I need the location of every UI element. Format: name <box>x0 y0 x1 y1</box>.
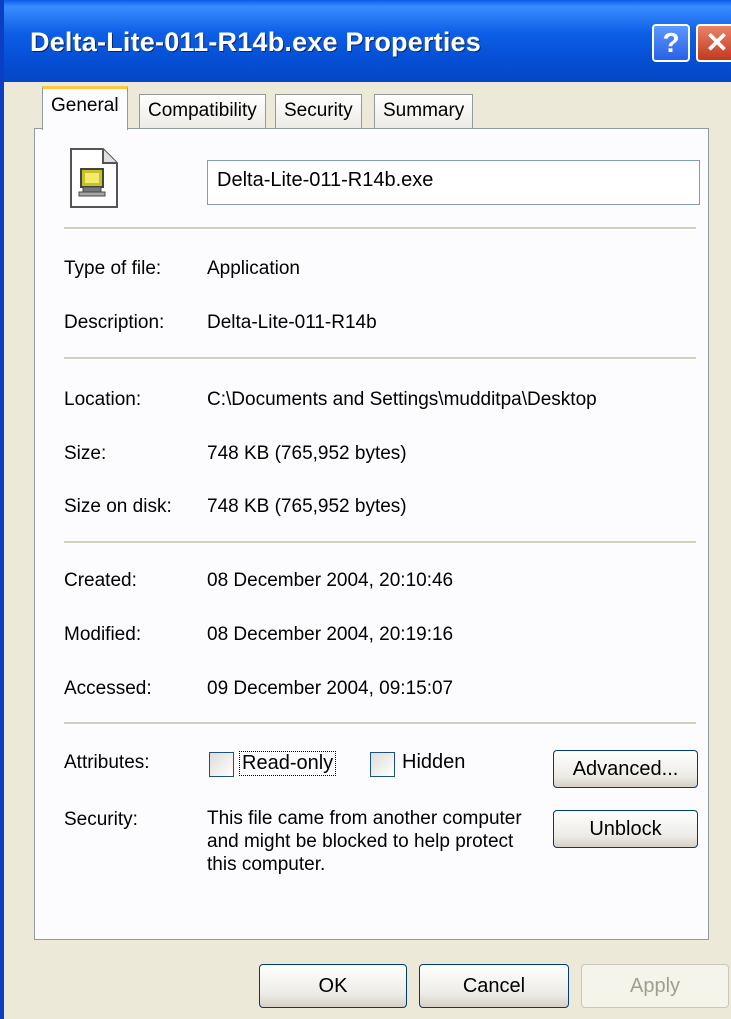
modified-label: Modified: <box>64 624 142 645</box>
hidden-label[interactable]: Hidden <box>402 751 465 774</box>
type-of-file-value: Application <box>207 258 300 279</box>
size-value: 748 KB (765,952 bytes) <box>207 443 407 464</box>
accessed-label: Accessed: <box>64 678 152 699</box>
close-button[interactable]: ✕ <box>696 24 731 62</box>
description-label: Description: <box>64 312 165 333</box>
type-of-file-label: Type of file: <box>64 258 162 279</box>
separator <box>64 541 696 544</box>
tab-security[interactable]: Security <box>275 94 362 128</box>
tab-summary[interactable]: Summary <box>374 94 474 128</box>
accessed-value: 09 December 2004, 09:15:07 <box>207 678 454 699</box>
size-on-disk-label: Size on disk: <box>64 496 172 517</box>
read-only-label[interactable]: Read-only <box>239 751 337 776</box>
created-value: 08 December 2004, 20:10:46 <box>207 570 454 591</box>
window-title: Delta-Lite-011-R14b.exe Properties <box>30 27 481 57</box>
title-bar[interactable]: Delta-Lite-011-R14b.exe Properties ? ✕ <box>4 0 731 82</box>
unblock-button[interactable]: Unblock <box>553 810 698 848</box>
apply-button[interactable]: Apply <box>581 964 729 1008</box>
properties-dialog: Delta-Lite-011-R14b.exe Properties ? ✕ G… <box>0 0 731 1019</box>
attributes-label: Attributes: <box>64 752 150 773</box>
advanced-button[interactable]: Advanced... <box>553 750 698 788</box>
hidden-checkbox[interactable] <box>370 752 395 777</box>
application-file-icon <box>70 148 118 208</box>
modified-value: 08 December 2004, 20:19:16 <box>207 624 454 645</box>
filename-field[interactable]: Delta-Lite-011-R14b.exe <box>207 160 700 205</box>
help-button[interactable]: ? <box>652 24 690 62</box>
security-warning-text: This file came from another computer and… <box>207 808 522 875</box>
created-label: Created: <box>64 570 137 591</box>
location-value: C:\Documents and Settings\mudditpa\Deskt… <box>207 389 597 410</box>
tab-compatibility[interactable]: Compatibility <box>139 94 266 128</box>
separator <box>64 227 696 230</box>
size-label: Size: <box>64 443 107 464</box>
read-only-checkbox[interactable] <box>209 752 234 777</box>
location-label: Location: <box>64 389 142 410</box>
separator <box>64 722 696 725</box>
description-value: Delta-Lite-011-R14b <box>207 312 377 333</box>
security-label: Security: <box>64 809 138 830</box>
size-on-disk-value: 748 KB (765,952 bytes) <box>207 496 407 517</box>
ok-button[interactable]: OK <box>259 964 407 1008</box>
tab-general[interactable]: General <box>42 86 128 130</box>
cancel-button[interactable]: Cancel <box>419 964 569 1008</box>
separator <box>64 357 696 360</box>
